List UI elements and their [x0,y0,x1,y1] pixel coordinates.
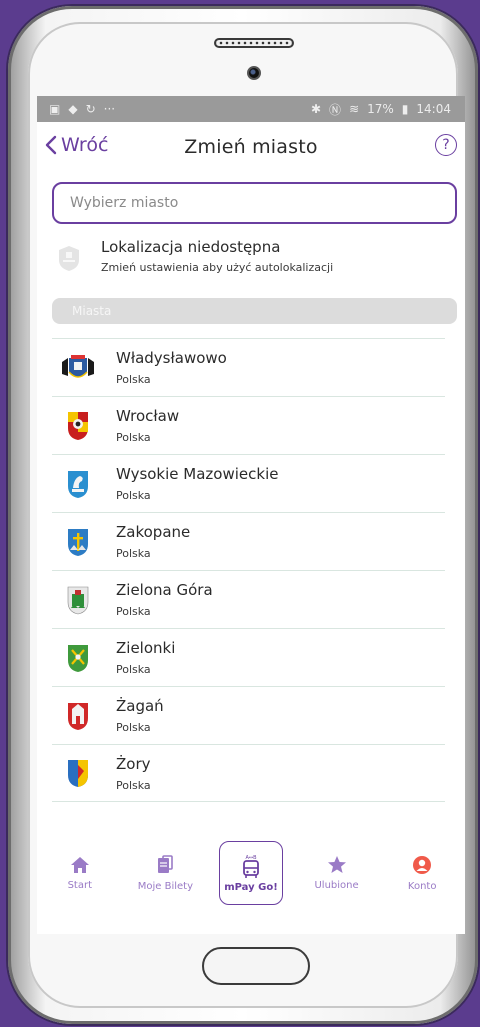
city-country: Polska [116,373,151,386]
star-icon [327,856,346,873]
city-name: Zakopane [116,523,191,541]
tab-mpay-go[interactable]: A↔B mPay Go! [211,841,291,905]
tab-konto[interactable]: Konto [382,855,462,892]
hardware-home-button[interactable] [202,947,310,985]
section-header-cities: Miasta [52,298,457,324]
city-country: Polska [116,431,151,444]
help-button[interactable]: ? [435,134,457,156]
city-name: Zielona Góra [116,581,213,599]
city-name: Żagań [116,697,164,715]
speaker-grille [214,38,294,48]
nfc-icon: Ⓝ [329,102,342,117]
city-row-wysokie-mazowieckie[interactable]: Wysokie Mazowieckie Polska [52,454,445,512]
city-search-box[interactable] [52,182,457,224]
sync-icon: ↻ [85,102,96,116]
more-icon: ··· [103,102,116,116]
wysokie-mazowieckie-crest-icon [68,470,88,498]
tab-label: Konto [407,880,437,892]
location-unavailable-icon [59,246,79,271]
city-search-input[interactable] [68,194,455,212]
city-country: Polska [116,547,151,560]
zielona-gora-crest-icon [67,586,89,614]
city-row-zory[interactable]: Żory Polska [52,744,445,802]
zory-crest-icon [68,760,88,787]
bottom-tab-bar: Start Moje Bilety A↔B mPay Go! Ulubione … [37,838,465,908]
city-country: Polska [116,663,151,676]
city-name: Wrocław [116,407,180,425]
gallery-icon: ▣ [49,102,61,116]
city-list: Władysławowo Polska Wrocław Polska Wysok… [37,338,465,802]
location-title: Lokalizacja niedostępna [101,238,281,256]
city-row-zagan[interactable]: Żagań Polska [52,686,445,744]
status-bar: ▣ ◆ ↻ ··· ✱ Ⓝ ≋ 17% ▮ 14:04 [37,96,465,122]
tab-label: Moje Bilety [137,880,194,892]
back-button[interactable]: Wróć [45,134,108,156]
battery-icon: ▮ [401,102,409,116]
app-screen: ▣ ◆ ↻ ··· ✱ Ⓝ ≋ 17% ▮ 14:04 Wróć Zmień m… [37,96,465,934]
zakopane-crest-icon [68,528,88,556]
app-header: Wróć Zmień miasto ? [37,122,465,172]
front-camera [247,66,261,80]
clock: 14:04 [416,102,451,116]
city-country: Polska [116,721,151,734]
tab-start[interactable]: Start [40,856,120,891]
city-country: Polska [116,605,151,618]
tab-label: mPay Go! [224,881,278,893]
city-name: Żory [116,754,151,773]
help-icon: ? [442,137,450,153]
svg-text:A↔B: A↔B [245,855,257,861]
mpay-go-button[interactable]: A↔B mPay Go! [218,841,283,905]
tab-ulubione[interactable]: Ulubione [297,855,377,891]
city-row-zakopane[interactable]: Zakopane Polska [52,512,445,570]
city-row-wladyslawowo[interactable]: Władysławowo Polska [52,338,445,396]
bus-icon: A↔B [243,855,259,878]
location-status[interactable]: Lokalizacja niedostępna Zmień ustawienia… [57,238,465,286]
city-country: Polska [116,489,151,502]
city-name: Wysokie Mazowieckie [116,465,279,483]
tab-label: Start [67,879,93,891]
chevron-left-icon [45,135,57,155]
city-row-zielonki[interactable]: Zielonki Polska [52,628,445,686]
city-row-zielona-gora[interactable]: Zielona Góra Polska [52,570,445,628]
page-title: Zmień miasto [184,136,318,158]
zagan-crest-icon [68,702,88,730]
city-row-wroclaw[interactable]: Wrocław Polska [52,396,445,454]
bluetooth-icon: ✱ [310,102,322,116]
tab-moje-bilety[interactable]: Moje Bilety [125,854,205,892]
location-subtitle: Zmień ustawienia aby użyć autolokalizacj… [101,261,334,274]
home-icon [70,856,89,873]
bag-icon: ◆ [68,102,78,116]
tickets-icon [158,854,174,873]
city-name: Władysławowo [116,349,227,367]
tab-label: Ulubione [314,880,359,891]
city-country: Polska [116,778,151,792]
zielonki-crest-icon [68,644,88,672]
battery-percent: 17% [367,102,394,116]
wroclaw-crest-icon [68,411,88,440]
back-label: Wróć [61,134,109,156]
wifi-icon: ≋ [349,102,360,116]
account-icon [413,855,432,874]
city-name: Zielonki [116,639,176,657]
wladyslawowo-crest-icon [62,354,94,378]
